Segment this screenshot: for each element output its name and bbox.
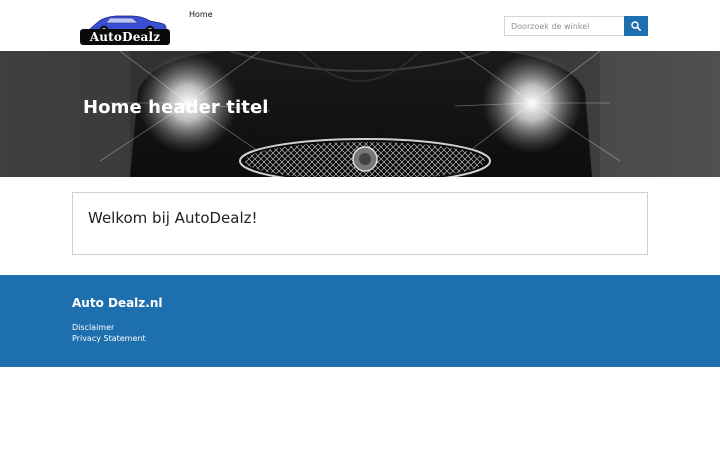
site-logo[interactable]: AutoDealz bbox=[76, 8, 174, 46]
search-button[interactable] bbox=[624, 16, 648, 36]
nav-home-link[interactable]: Home bbox=[189, 10, 213, 19]
site-footer: Auto Dealz.nl Disclaimer Privacy Stateme… bbox=[0, 275, 720, 367]
footer-link-privacy-statement[interactable]: Privacy Statement bbox=[72, 334, 146, 343]
search-icon bbox=[631, 21, 641, 31]
hero-banner: Home header titel bbox=[0, 51, 720, 177]
footer-title: Auto Dealz.nl bbox=[72, 296, 163, 310]
welcome-text: Welkom bij AutoDealz! bbox=[88, 209, 258, 227]
search-input[interactable] bbox=[504, 16, 624, 36]
logo-text: AutoDealz bbox=[80, 29, 170, 45]
site-header: AutoDealz Home bbox=[0, 0, 720, 51]
footer-link-disclaimer[interactable]: Disclaimer bbox=[72, 323, 114, 332]
welcome-card: Welkom bij AutoDealz! bbox=[72, 192, 648, 255]
hero-title: Home header titel bbox=[83, 97, 269, 118]
